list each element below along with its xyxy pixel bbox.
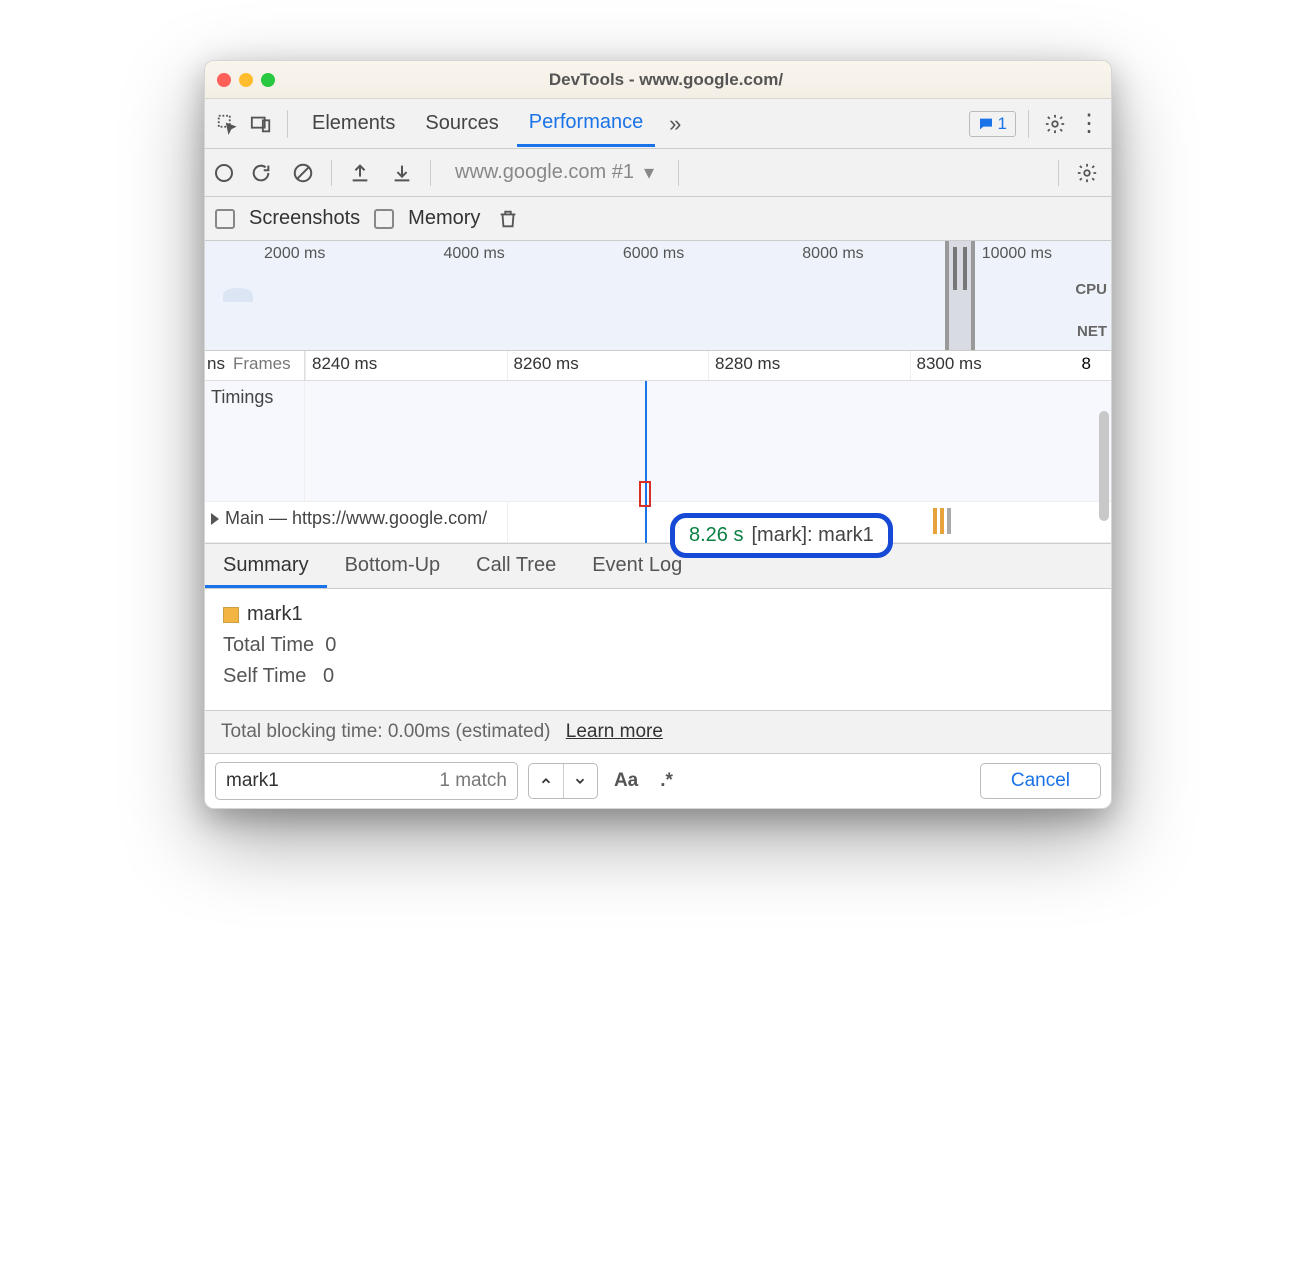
search-bar: mark1 1 match Aa .* Cancel <box>205 753 1111 808</box>
close-icon[interactable] <box>217 73 231 87</box>
clear-icon[interactable] <box>289 159 317 187</box>
tab-elements[interactable]: Elements <box>300 102 407 145</box>
tab-calltree[interactable]: Call Tree <box>458 544 574 588</box>
summary-panel: mark1 Total Time 0 Self Time 0 <box>205 589 1111 710</box>
capture-options: Screenshots Memory <box>205 197 1111 241</box>
summary-name: mark1 <box>247 603 303 625</box>
titlebar: DevTools - www.google.com/ <box>205 61 1111 99</box>
kebab-icon[interactable]: ⋮ <box>1075 110 1103 138</box>
prev-match-button[interactable] <box>529 764 563 798</box>
settings-icon[interactable] <box>1041 110 1069 138</box>
record-button[interactable] <box>215 164 233 182</box>
main-toolbar: Elements Sources Performance » 1 ⋮ <box>205 99 1111 149</box>
upload-icon[interactable] <box>346 159 374 187</box>
trash-icon[interactable] <box>494 205 522 233</box>
time-ruler: ns Frames 8240 ms 8260 ms 8280 ms 8300 m… <box>205 351 1111 381</box>
cpu-label: CPU <box>1075 281 1107 298</box>
inspect-icon[interactable] <box>213 110 241 138</box>
tab-performance[interactable]: Performance <box>517 101 656 147</box>
next-match-button[interactable] <box>563 764 597 798</box>
color-swatch <box>223 607 239 623</box>
scrollbar-thumb[interactable] <box>1099 411 1109 521</box>
overview-ticks: 2000 ms 4000 ms 6000 ms 8000 ms 10000 ms <box>205 241 1111 263</box>
device-icon[interactable] <box>247 110 275 138</box>
mark-tooltip: 8.26 s [mark]: mark1 <box>670 513 893 558</box>
tab-sources[interactable]: Sources <box>413 102 510 145</box>
timing-marker[interactable] <box>639 481 651 507</box>
recording-selector[interactable]: www.google.com #1 ▾ <box>445 160 664 185</box>
tab-summary[interactable]: Summary <box>205 544 327 588</box>
download-icon[interactable] <box>388 159 416 187</box>
details-tabs: Summary Bottom-Up Call Tree Event Log <box>205 543 1111 589</box>
screenshots-checkbox[interactable] <box>215 209 235 229</box>
timings-row[interactable]: Timings <box>205 381 1111 502</box>
tab-bottomup[interactable]: Bottom-Up <box>327 544 459 588</box>
window-title: DevTools - www.google.com/ <box>233 70 1099 90</box>
screenshots-label: Screenshots <box>249 207 360 230</box>
perf-toolbar: www.google.com #1 ▾ <box>205 149 1111 197</box>
devtools-window: DevTools - www.google.com/ Elements Sour… <box>204 60 1112 809</box>
case-toggle[interactable]: Aa <box>608 770 644 792</box>
cancel-button[interactable]: Cancel <box>980 763 1101 799</box>
expand-icon[interactable] <box>211 513 219 525</box>
overview-pane[interactable]: 2000 ms 4000 ms 6000 ms 8000 ms 10000 ms… <box>205 241 1111 351</box>
main-row[interactable]: Main — https://www.google.com/ <box>205 502 1111 543</box>
cpu-bump <box>223 288 253 302</box>
more-tabs-icon[interactable]: » <box>661 110 689 138</box>
badge-count: 1 <box>998 114 1007 134</box>
search-input[interactable]: mark1 1 match <box>215 762 518 800</box>
memory-checkbox[interactable] <box>374 209 394 229</box>
time-cursor <box>645 381 647 543</box>
capture-settings-icon[interactable] <box>1073 159 1101 187</box>
flamechart-pane: ns Frames 8240 ms 8260 ms 8280 ms 8300 m… <box>205 351 1111 543</box>
regex-toggle[interactable]: .* <box>654 770 679 792</box>
memory-label: Memory <box>408 207 480 230</box>
search-nav <box>528 763 598 799</box>
reload-icon[interactable] <box>247 159 275 187</box>
learn-more-link[interactable]: Learn more <box>566 721 663 742</box>
issues-badge[interactable]: 1 <box>969 111 1016 137</box>
task-stripes <box>933 508 951 534</box>
net-label: NET <box>1077 323 1107 340</box>
overview-window-handle[interactable] <box>945 241 975 350</box>
blocking-footer: Total blocking time: 0.00ms (estimated) … <box>205 710 1111 753</box>
